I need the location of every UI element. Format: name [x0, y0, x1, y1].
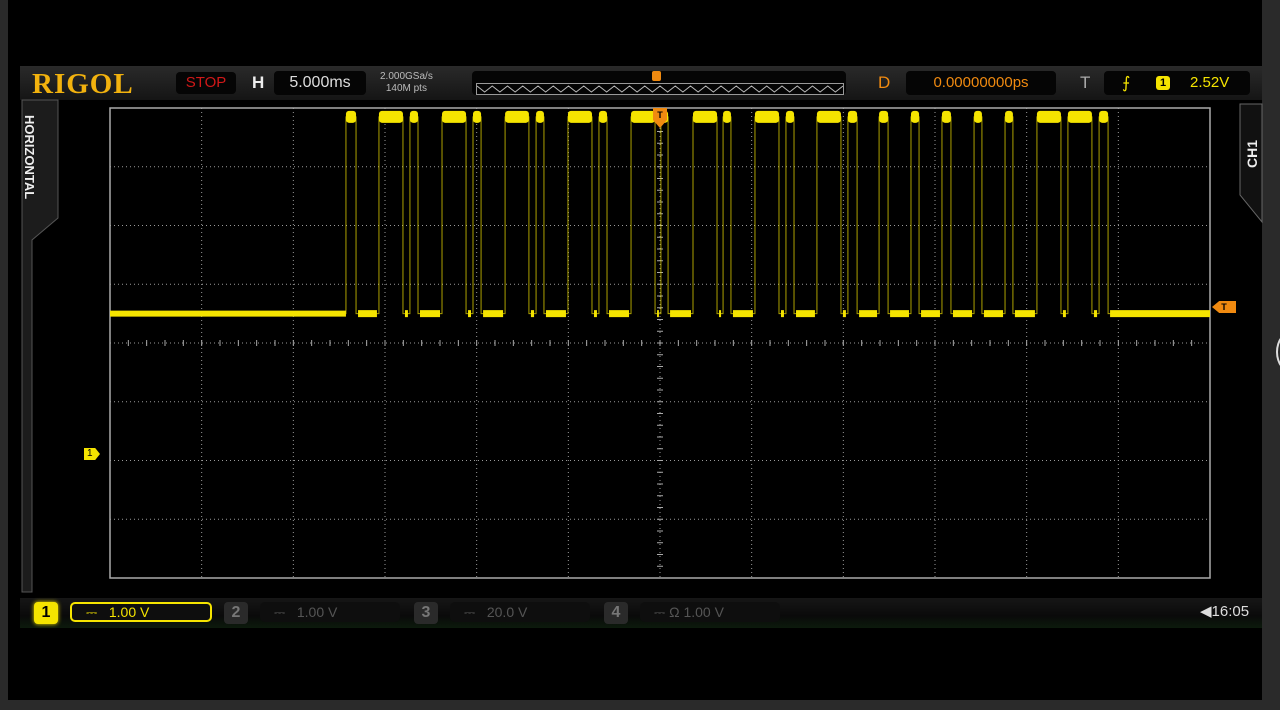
ch1-high-segment	[442, 110, 467, 123]
clock-time: 16:05	[1211, 603, 1250, 620]
ch1-high-segment	[847, 110, 858, 123]
ch3-button[interactable]: 3	[414, 602, 438, 624]
ch2-button[interactable]: 2	[224, 602, 248, 624]
ch1-high-segment	[693, 110, 718, 123]
ch1-high-segment	[378, 110, 403, 123]
ch1-high-segment	[941, 110, 951, 123]
ch3-scale[interactable]: ⎓ 20.0 V	[450, 602, 590, 622]
channel-bar: 1 ⎓ 1.00 V 2 ⎓ 1.00 V 3 ⎓ 20.0 V 4 ⎓ Ω 1…	[20, 598, 1262, 628]
ch1-high-segment	[598, 110, 608, 123]
ch1-scale-value: 1.00 V	[108, 604, 150, 620]
dc-coupling-icon: ⎓	[274, 604, 286, 620]
ch1-high-segment	[1099, 110, 1109, 123]
ch1-high-segment	[409, 110, 418, 123]
ch1-high-segment	[974, 110, 982, 123]
ch1-high-segment	[816, 110, 841, 123]
dc-coupling-icon: ⎓	[464, 604, 476, 620]
dc-coupling-icon: ⎓	[86, 604, 98, 620]
ch1-button[interactable]: 1	[34, 602, 58, 624]
ch1-high-segment	[785, 110, 795, 123]
ch1-high-segment	[473, 110, 482, 123]
ch1-high-segment	[1067, 110, 1092, 123]
speaker-icon[interactable]: ◀	[1200, 603, 1212, 620]
ch1-scale[interactable]: ⎓ 1.00 V	[70, 602, 212, 622]
ch1-high-segment	[1036, 110, 1061, 123]
ch4-scale[interactable]: ⎓ Ω 1.00 V	[640, 602, 780, 622]
ch1-high-segment	[1005, 110, 1013, 123]
ch2-scale[interactable]: ⎓ 1.00 V	[260, 602, 400, 622]
ch3-scale-value: 20.0 V	[486, 604, 528, 620]
ch2-scale-value: 1.00 V	[296, 604, 338, 620]
ch1-high-segment	[505, 110, 529, 123]
dc-coupling-icon: ⎓	[654, 604, 666, 620]
ch4-scale-value: 1.00 V	[683, 604, 724, 620]
clock: ◀16:05	[1200, 602, 1249, 620]
ch1-high-segment	[879, 110, 889, 123]
ch1-high-segment	[631, 110, 656, 123]
ch1-high-segment	[723, 110, 731, 123]
ch4-button[interactable]: 4	[604, 602, 628, 624]
ch1-high-segment	[754, 110, 779, 123]
ch1-high-segment	[910, 110, 920, 123]
ch1-high-segment	[536, 110, 544, 123]
ch1-high-segment	[567, 110, 592, 123]
ch1-high-segment	[345, 110, 357, 123]
ch4-impedance: Ω	[669, 604, 680, 620]
